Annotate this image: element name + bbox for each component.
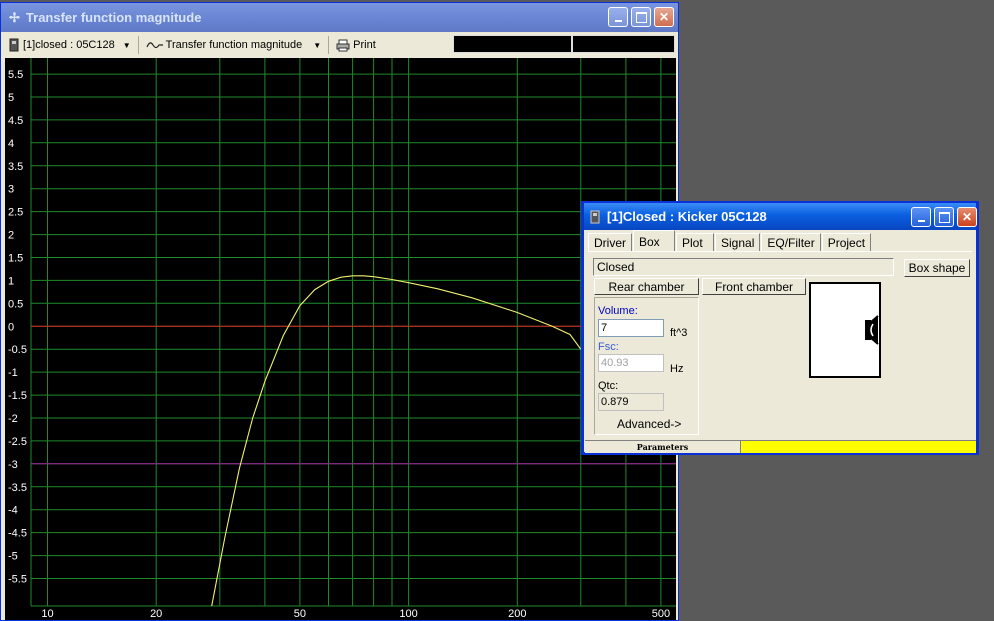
box-shape-button[interactable]: Box shape [904,259,970,277]
minimize-button[interactable] [608,7,628,27]
front-chamber-button[interactable]: Front chamber [702,278,806,295]
volume-input[interactable]: 7 [598,319,664,337]
toolbar-separator [328,36,330,54]
x-axis-labels: 10 20 50 100 200 500 [41,608,670,620]
vertical-grid [30,58,662,606]
main-toolbar: [1]closed : 05C128 ▼ Transfer function m… [5,34,675,56]
transfer-function-window: ✢ Transfer function magnitude ✕ [1]close… [0,2,679,621]
status-bar: Parameters [585,440,976,453]
y-tick-label: -4.5 [8,528,27,540]
tab-divider [588,251,972,252]
plot-type-select[interactable]: Transfer function magnitude ▼ [142,35,325,55]
tab-box[interactable]: Box [633,230,675,252]
chevron-down-icon: ▼ [313,40,322,50]
box-title-bar[interactable]: [1]Closed : Kicker 05C128 ✕ [584,203,977,230]
volume-unit: ft^3 [670,327,688,339]
y-tick-label: -2.5 [8,436,27,448]
y-tick-label: 5 [8,92,14,104]
minimize-button[interactable] [911,207,931,227]
y-tick-label: 0.5 [8,298,23,310]
qtc-label: Qtc: [598,380,619,392]
printer-icon [336,39,350,51]
y-axis-labels: 5.5 5 4.5 4 3.5 3 2.5 2 1.5 1 0.5 0 -0.5 -1 -1.5 -2 -2.5… [8,69,27,585]
minimize-icon [917,219,925,222]
y-tick-label: -3.5 [8,482,27,494]
y-tick-label: -1 [8,367,18,379]
minimize-icon [614,19,622,22]
close-button[interactable]: ✕ [654,7,674,27]
readout-panel-2 [572,35,675,53]
volume-label: Volume: [598,305,638,317]
x-tick-label: 500 [652,608,670,620]
box-type-field: Closed [593,258,894,276]
x-tick-label: 20 [150,608,162,620]
toolbar-separator [137,36,139,54]
main-title-bar[interactable]: ✢ Transfer function magnitude ✕ [1,3,678,32]
y-tick-label: 2 [8,230,14,242]
x-tick-label: 200 [508,608,526,620]
close-button[interactable]: ✕ [957,207,977,227]
status-indicator [740,441,976,453]
y-tick-label: 0 [8,321,14,333]
tab-driver[interactable]: Driver [588,233,632,252]
y-tick-label: -2 [8,413,18,425]
y-tick-label: -0.5 [8,344,27,356]
y-tick-label: 4.5 [8,115,23,127]
chevron-down-icon: ▼ [122,40,131,50]
crosshair-icon: ✢ [9,9,20,25]
y-tick-label: -4 [8,505,18,517]
readout-panel-1 [453,35,572,53]
y-tick-label: 1.5 [8,253,23,265]
plot-type-value: Transfer function magnitude [165,39,303,51]
horizontal-grid [31,73,676,607]
y-tick-label: -3 [8,459,18,471]
fsc-label: Fsc: [598,341,619,353]
waveform-icon [146,42,163,49]
tab-signal[interactable]: Signal [715,233,761,252]
y-tick-label: 3 [8,184,14,196]
y-tick-label: 5.5 [8,69,23,81]
close-icon: ✕ [961,210,973,224]
driver-select-value: [1]closed : 05C128 [23,39,115,51]
box-tabs: Driver Box Plot Signal EQ/Filter Project [588,230,872,252]
rear-chamber-button[interactable]: Rear chamber [594,278,699,295]
close-icon: ✕ [658,10,670,24]
maximize-icon [635,11,647,23]
x-tick-label: 10 [41,608,53,620]
advanced-button[interactable]: Advanced-> [617,417,681,431]
fsc-input[interactable]: 40.93 [598,354,664,372]
box-window: [1]Closed : Kicker 05C128 ✕ Driver Box P… [581,201,979,455]
print-button[interactable]: Print [332,35,380,55]
fsc-unit: Hz [670,363,684,375]
maximize-button[interactable] [631,7,651,27]
x-tick-label: 50 [294,608,306,620]
speaker-icon [9,38,19,52]
box-diagram [809,282,881,378]
y-tick-label: 3.5 [8,161,23,173]
driver-select[interactable]: [1]closed : 05C128 ▼ [5,35,135,55]
print-label: Print [353,39,376,51]
status-text: Parameters [636,442,689,452]
y-tick-label: 4 [8,138,14,150]
y-tick-label: -5 [8,551,18,563]
tab-eq-filter[interactable]: EQ/Filter [761,233,821,252]
transfer-function-plot[interactable]: 5.5 5 4.5 4 3.5 3 2.5 2 1.5 1 0.5 0 -0.5 -1 -1.5 -2 -2.5… [5,58,676,620]
main-window-title: Transfer function magnitude [25,10,202,25]
tab-project[interactable]: Project [821,233,872,252]
maximize-icon [938,211,950,223]
speaker-icon [590,210,600,223]
qtc-field: 0.879 [598,393,664,411]
box-window-title: [1]Closed : Kicker 05C128 [607,209,767,224]
y-tick-label: -1.5 [8,390,27,402]
x-tick-label: 100 [399,608,417,620]
y-tick-label: 1 [8,275,14,287]
maximize-button[interactable] [934,207,954,227]
y-tick-label: -5.5 [8,574,27,586]
tab-plot[interactable]: Plot [676,233,714,252]
y-tick-label: 2.5 [8,207,23,219]
